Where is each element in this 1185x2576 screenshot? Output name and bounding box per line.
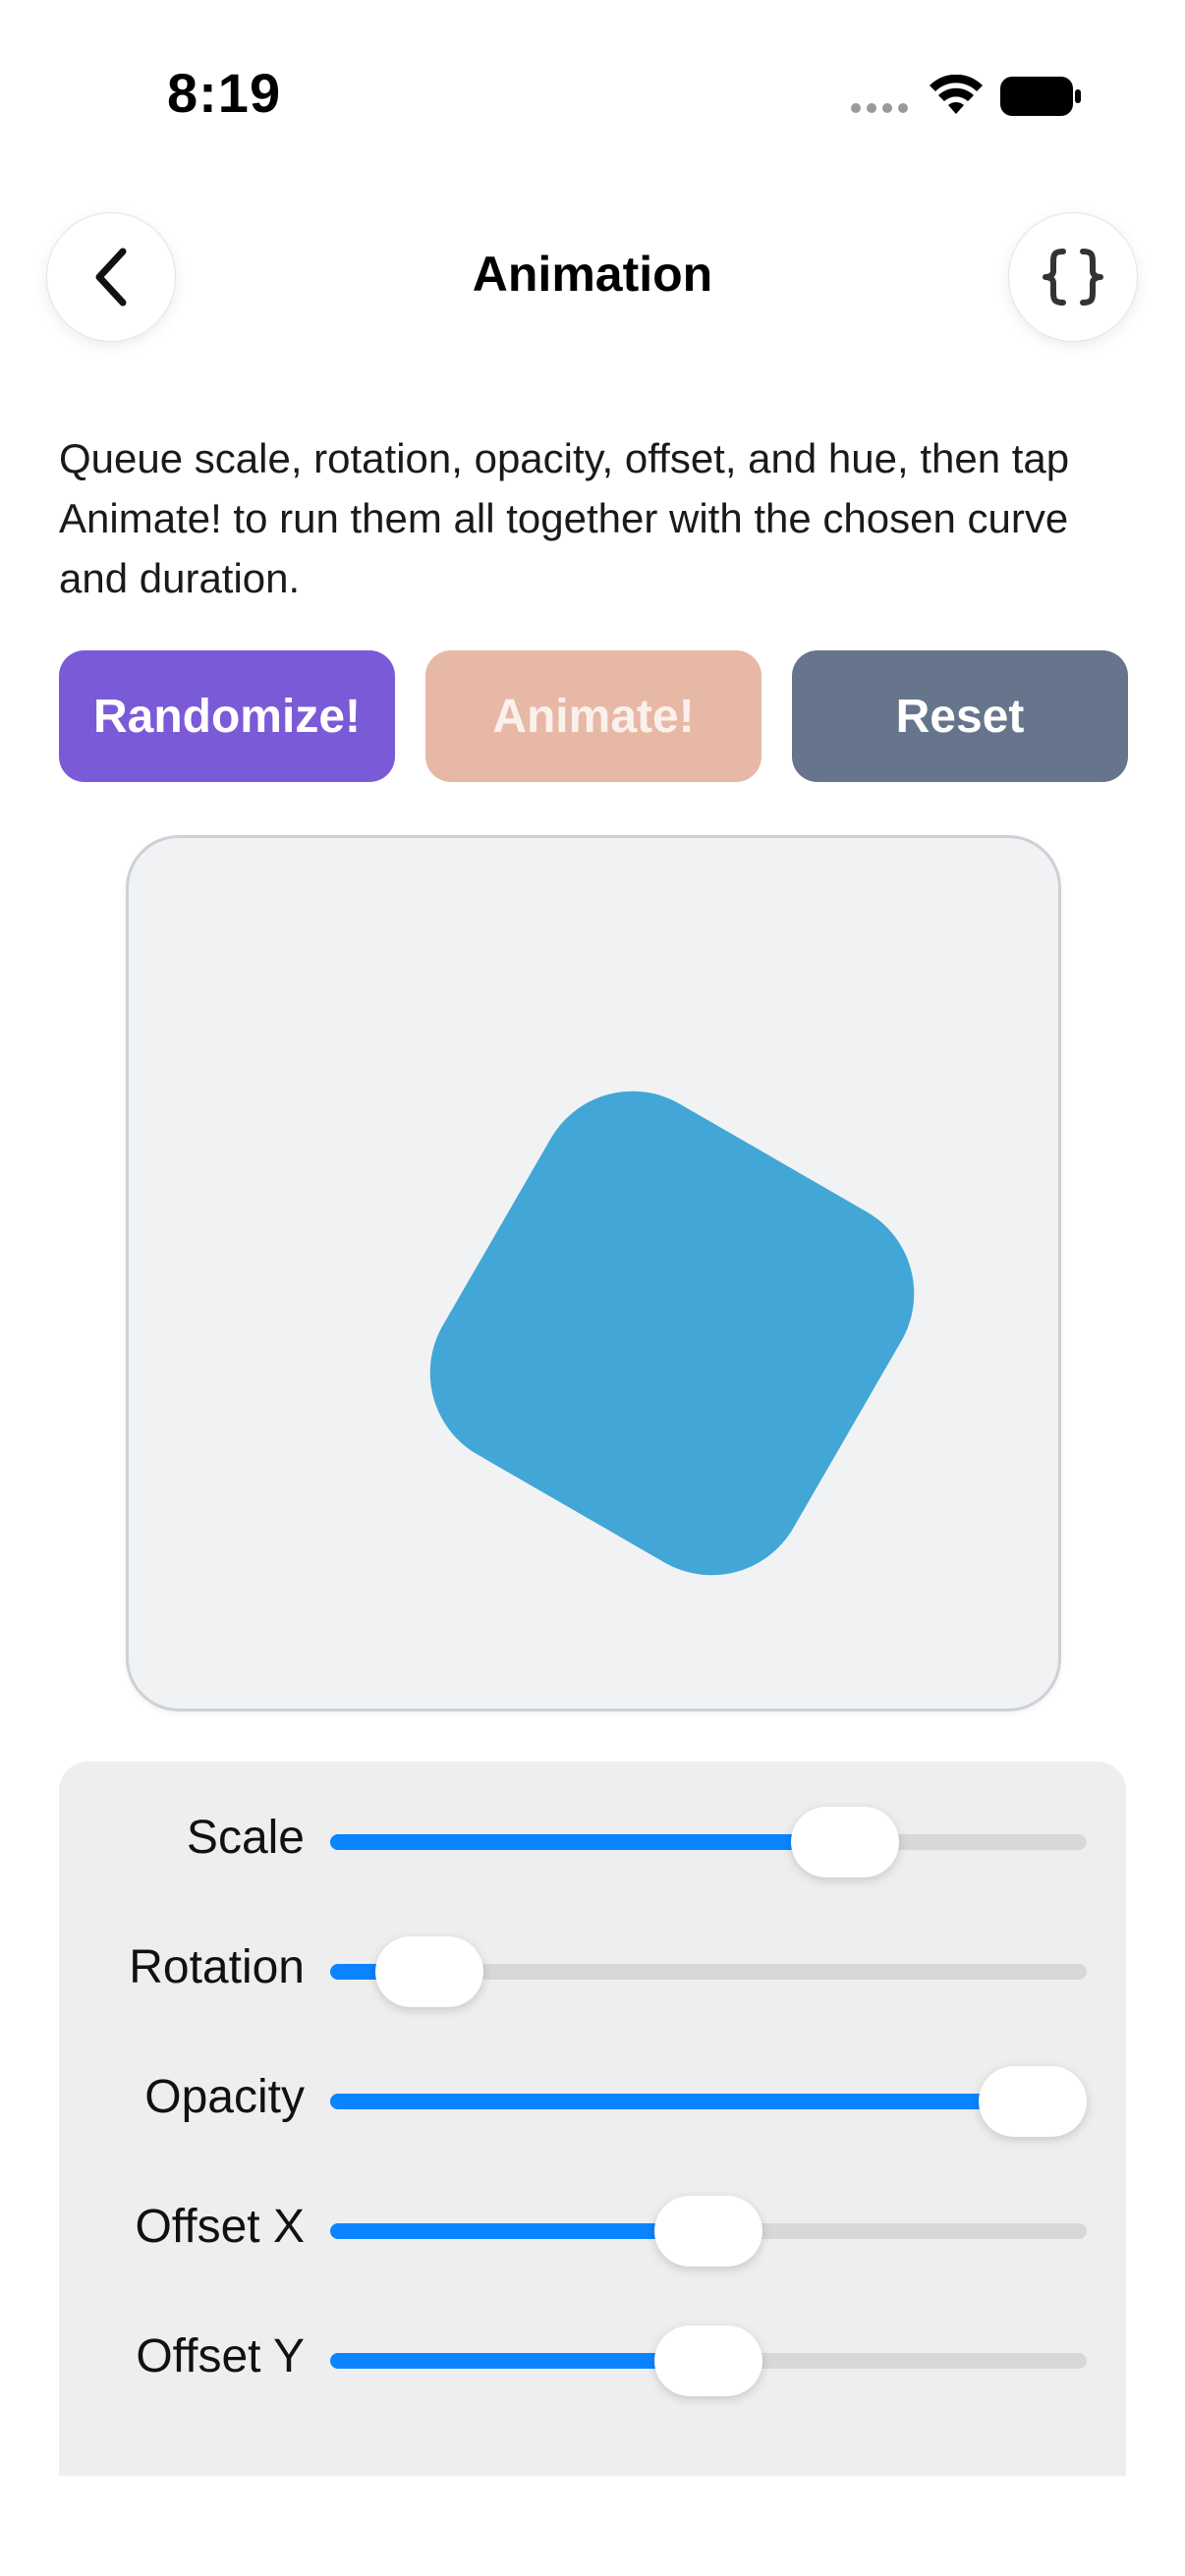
slider-label: Offset Y	[136, 2330, 305, 2382]
slider-fill	[330, 1834, 845, 1850]
battery-icon	[1000, 77, 1081, 116]
slider-row: Scale	[59, 1801, 1126, 1879]
slider-label: Rotation	[129, 1941, 305, 1993]
reset-button[interactable]: Reset	[792, 650, 1128, 782]
slider-thumb[interactable]	[979, 2066, 1087, 2137]
randomize-button[interactable]: Randomize!	[59, 650, 395, 782]
code-button[interactable]	[1008, 212, 1138, 342]
screen: 8:19 Animation Queue scale, rotation, op…	[0, 0, 1185, 2576]
slider-label: Offset X	[135, 2201, 305, 2253]
slider-fill	[330, 2353, 708, 2369]
slider-row: Rotation	[59, 1931, 1126, 2009]
slider-label: Opacity	[144, 2071, 305, 2123]
slider-track[interactable]	[330, 2066, 1087, 2137]
bottom-edge	[0, 2476, 1185, 2576]
controls-panel: Scale Rotation Opacity Offset X Offset Y	[59, 1762, 1126, 2576]
preview-canvas	[126, 835, 1061, 1711]
curly-braces-icon	[1043, 249, 1103, 306]
slider-thumb[interactable]	[654, 2196, 762, 2267]
animated-shape	[395, 1056, 949, 1610]
slider-label: Scale	[186, 1812, 305, 1864]
status-time: 8:19	[167, 62, 282, 124]
slider-thumb[interactable]	[375, 1936, 484, 2007]
slider-row: Opacity	[59, 2060, 1126, 2139]
slider-fill	[330, 2223, 708, 2239]
slider-thumb[interactable]	[654, 2325, 762, 2396]
slider-track[interactable]	[330, 1807, 1087, 1877]
slider-row: Offset Y	[59, 2320, 1126, 2398]
description-text: Queue scale, rotation, opacity, offset, …	[59, 435, 1070, 601]
wifi-icon	[930, 75, 983, 114]
cellular-signal-icon	[851, 103, 908, 113]
slider-track[interactable]	[330, 2196, 1087, 2267]
slider-track[interactable]	[330, 2325, 1087, 2396]
animate-button[interactable]: Animate!	[425, 650, 762, 782]
slider-fill	[330, 2094, 1033, 2109]
slider-track[interactable]	[330, 1936, 1087, 2007]
slider-row: Offset X	[59, 2190, 1126, 2268]
slider-thumb[interactable]	[790, 1807, 899, 1877]
status-bar: 8:19	[0, 0, 1185, 196]
